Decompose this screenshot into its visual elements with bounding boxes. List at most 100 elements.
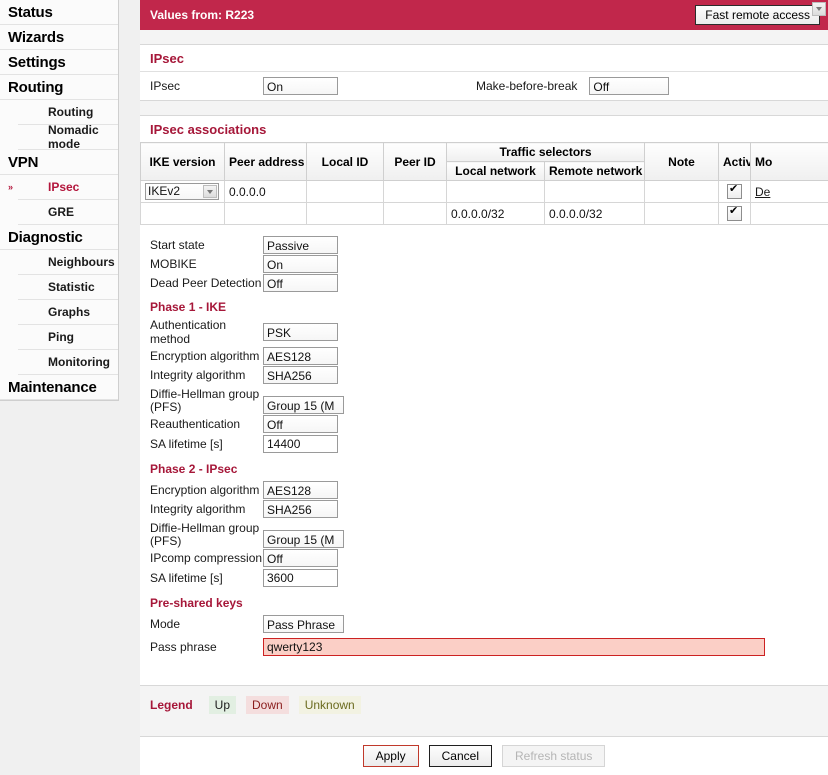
phase2-encryption-row: Encryption algorithm AES128 <box>150 480 828 499</box>
sidebar-item-label: Nomadic mode <box>48 123 118 151</box>
sidebar-item-label: Monitoring <box>48 355 110 369</box>
main-content: Values from: R223 Fast remote access IPs… <box>140 0 828 760</box>
cell-active <box>719 181 751 203</box>
active-checkbox[interactable] <box>727 184 742 199</box>
phase1-encryption-label: Encryption algorithm <box>150 349 263 363</box>
page-root: StatusWizardsSettingsRoutingRoutingNomad… <box>0 0 828 760</box>
sidebar-item-gre[interactable]: GRE <box>18 200 118 225</box>
start-state-row: Start state Passive <box>150 235 828 254</box>
sidebar-item-ipsec[interactable]: »IPsec <box>18 175 118 200</box>
preshared-keys-title: Pre-shared keys <box>150 588 828 614</box>
phase2-encryption-select[interactable]: AES128 <box>263 481 338 499</box>
sidebar-item-label: Maintenance <box>8 379 97 396</box>
phase1-auth-method-select[interactable]: PSK <box>263 323 338 341</box>
phase1-reauth-label: Reauthentication <box>150 417 263 431</box>
preshared-mode-select[interactable]: Pass Phrase <box>263 615 344 633</box>
legend-title: Legend <box>150 698 193 712</box>
cell-active <box>719 203 751 225</box>
phase2-dh-group-select[interactable]: Group 15 (M <box>263 530 344 548</box>
col-local-network: Local network <box>447 162 545 181</box>
sidebar-item-neighbours[interactable]: Neighbours <box>18 250 118 275</box>
col-note: Note <box>645 143 719 181</box>
ipsec-enable-label: IPsec <box>150 79 263 93</box>
sidebar-item-maintenance[interactable]: Maintenance <box>0 375 118 400</box>
phase1-reauth-value: Off <box>267 418 283 432</box>
sidebar-item-diagnostic[interactable]: Diagnostic <box>0 225 118 250</box>
phase1-integrity-label: Integrity algorithm <box>150 368 263 382</box>
phase1-dh-group-label-line2: (PFS) <box>150 400 181 414</box>
ike-version-select[interactable]: IKEv2 <box>145 183 219 200</box>
sidebar-item-label: GRE <box>48 205 74 219</box>
mobike-select[interactable]: On <box>263 255 338 273</box>
sidebar-item-routing[interactable]: Routing <box>18 100 118 125</box>
sidebar-item-statistic[interactable]: Statistic <box>18 275 118 300</box>
start-state-label: Start state <box>150 238 263 252</box>
ipsec-enable-row: IPsec On Make-before-break Off <box>150 76 828 95</box>
sidebar-item-label: Statistic <box>48 280 95 294</box>
active-marker-icon: » <box>8 183 13 192</box>
start-state-value: Passive <box>267 239 309 253</box>
phase2-dh-group-row: Diffie-Hellman group (PFS) Group 15 (M <box>150 518 828 548</box>
panel-bottom-spacer <box>150 659 828 685</box>
phase2-ipcomp-value: Off <box>267 552 283 566</box>
col-traffic-selectors-group: Traffic selectors <box>447 143 645 162</box>
ipsec-panel: IPsec IPsec On Make-before-break Off <box>140 44 828 101</box>
sidebar-item-vpn[interactable]: VPN <box>0 150 118 175</box>
fast-remote-access-button[interactable]: Fast remote access <box>695 5 820 25</box>
phase1-sa-lifetime-row: SA lifetime [s] <box>150 433 828 454</box>
phase2-ipcomp-row: IPcomp compression Off <box>150 548 828 567</box>
associations-section-title: IPsec associations <box>150 116 828 142</box>
sidebar-item-wizards[interactable]: Wizards <box>0 25 118 50</box>
phase1-integrity-value: SHA256 <box>267 369 312 383</box>
sidebar-item-monitoring[interactable]: Monitoring <box>18 350 118 375</box>
phase1-dh-group-label-line1: Diffie-Hellman group <box>150 387 259 401</box>
mobike-row: MOBIKE On <box>150 254 828 273</box>
associations-table: IKE version Peer address Local ID Peer I… <box>140 142 828 225</box>
dead-peer-detection-select[interactable]: Off <box>263 274 338 292</box>
sidebar-item-label: Neighbours <box>48 255 115 269</box>
phase1-integrity-select[interactable]: SHA256 <box>263 366 338 384</box>
phase1-sa-lifetime-input[interactable] <box>263 435 338 453</box>
cell-peer-address: 0.0.0.0 <box>225 181 307 203</box>
sidebar-item-label: Routing <box>8 79 63 96</box>
ipsec-associations-panel: IPsec associations IKE version Peer addr… <box>140 115 828 686</box>
start-state-select[interactable]: Passive <box>263 236 338 254</box>
cancel-button[interactable]: Cancel <box>429 745 492 767</box>
phase1-encryption-select[interactable]: AES128 <box>263 347 338 365</box>
sidebar-item-label: IPsec <box>48 180 79 194</box>
phase2-integrity-select[interactable]: SHA256 <box>263 500 338 518</box>
phase2-ipcomp-label: IPcomp compression <box>150 551 263 565</box>
apply-button[interactable]: Apply <box>363 745 419 767</box>
make-before-break-select[interactable]: Off <box>589 77 669 95</box>
footer-actions: Apply Cancel Refresh status <box>140 736 828 775</box>
cell-local-network <box>447 181 545 203</box>
sidebar-item-ping[interactable]: Ping <box>18 325 118 350</box>
values-from-label: Values from: R223 <box>150 8 254 22</box>
col-peer-address: Peer address <box>225 143 307 181</box>
table-header-group-row: IKE version Peer address Local ID Peer I… <box>141 143 828 162</box>
phase1-dh-group-select[interactable]: Group 15 (M <box>263 396 344 414</box>
passphrase-input[interactable] <box>263 638 765 656</box>
sidebar-item-settings[interactable]: Settings <box>0 50 118 75</box>
cell-note <box>645 203 719 225</box>
panel-spacer <box>140 101 828 115</box>
phase2-ipcomp-select[interactable]: Off <box>263 549 338 567</box>
cell-local-id <box>307 181 384 203</box>
phase2-sa-lifetime-input[interactable] <box>263 569 338 587</box>
legend-bar: Legend Up Down Unknown <box>140 686 828 722</box>
col-local-id: Local ID <box>307 143 384 181</box>
phase1-dh-group-label: Diffie-Hellman group (PFS) <box>150 388 263 414</box>
sidebar-item-graphs[interactable]: Graphs <box>18 300 118 325</box>
phase2-title: Phase 2 - IPsec <box>150 454 828 480</box>
phase2-integrity-value: SHA256 <box>267 503 312 517</box>
active-checkbox[interactable] <box>727 206 742 221</box>
phase1-reauth-select[interactable]: Off <box>263 415 338 433</box>
sidebar-item-nomadic-mode[interactable]: Nomadic mode <box>18 125 118 150</box>
delete-link[interactable]: De <box>755 185 770 199</box>
sidebar-item-routing[interactable]: Routing <box>0 75 118 100</box>
sidebar-item-status[interactable]: Status <box>0 0 118 25</box>
ipsec-enable-select[interactable]: On <box>263 77 338 95</box>
cell-ike-version <box>141 203 225 225</box>
mobike-value: On <box>267 258 283 272</box>
table-row: 0.0.0.0/320.0.0.0/32 <box>141 203 828 225</box>
